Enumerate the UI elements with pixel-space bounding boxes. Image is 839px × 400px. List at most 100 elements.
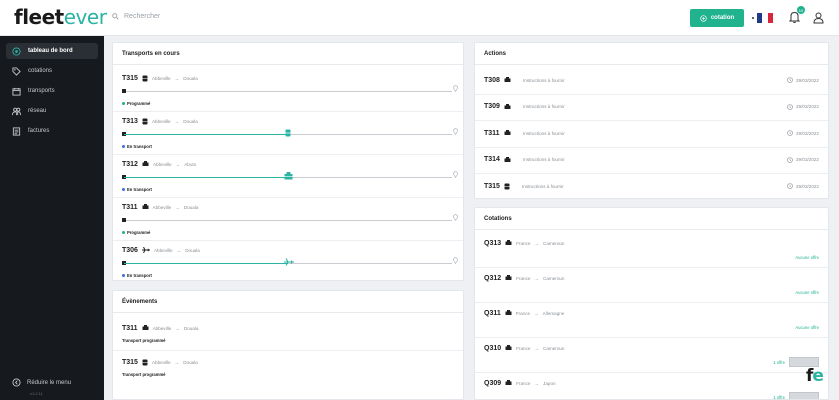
transport-ref: T312 — [122, 160, 138, 168]
offer-preview-image — [789, 392, 819, 399]
action-date-text: 29/03/2022 — [796, 130, 819, 136]
progress-fill — [124, 177, 288, 178]
cotation-ref: Q309 — [484, 379, 502, 387]
event-row-header: T311 Abbeville → Douala — [122, 323, 454, 333]
offer-status: 1 offre — [773, 392, 819, 399]
action-date: 29/03/2022 — [787, 77, 819, 83]
offer-status: Aucune offre — [795, 290, 819, 295]
row-divider — [113, 240, 463, 241]
route-to: Douala — [183, 75, 198, 81]
sidebar-item-reseau[interactable]: réseau — [6, 103, 98, 119]
container-position-icon — [284, 129, 292, 137]
transport-row[interactable]: T312 Abbeville → Abuto En transport — [122, 159, 458, 199]
sidebar-item-label: tableau de bord — [28, 48, 73, 54]
route-from: France — [516, 345, 531, 351]
action-row[interactable]: T308 Instructions à fournir 29/03/2022 — [484, 67, 819, 93]
plane-icon — [141, 247, 150, 253]
plane-position-icon — [284, 258, 294, 266]
action-ref: T314 — [484, 156, 500, 163]
route-from: Abbeville — [152, 325, 172, 331]
transport-progress-bar — [122, 257, 458, 269]
transport-row[interactable]: T311 Abbeville → Douala Programmé — [122, 202, 458, 242]
sidebar-item-transports[interactable]: transports — [6, 83, 98, 99]
clock-icon — [787, 156, 793, 163]
row-divider — [475, 120, 828, 121]
sidebar-item-label: réseau — [28, 108, 47, 114]
transport-progress-bar — [122, 128, 458, 140]
search-icon — [112, 13, 119, 20]
route-from: France — [515, 310, 531, 316]
collapse-menu-label: Réduire le menu — [27, 379, 72, 386]
transport-ref: T313 — [122, 117, 138, 125]
transport-row[interactable]: T315 Abbeville → Douala Programmé — [122, 73, 458, 113]
cotation-row-header: Q310 France → Cameroun — [484, 341, 819, 355]
app-version: v1.2.11 — [30, 391, 43, 396]
status-label: Programmé — [127, 101, 151, 106]
card-title: Actions — [475, 43, 828, 65]
language-selector[interactable] — [752, 13, 773, 23]
user-icon — [813, 12, 824, 24]
truck-icon — [505, 240, 512, 246]
truck-position-icon — [284, 172, 293, 180]
progress-track — [124, 91, 452, 92]
user-menu-button[interactable] — [813, 12, 824, 26]
truck-icon — [142, 161, 149, 167]
location-pin-icon — [453, 128, 458, 137]
progress-track — [124, 220, 452, 221]
row-divider — [113, 111, 463, 112]
location-pin-icon — [453, 257, 458, 266]
transport-row[interactable]: T313 Abbeville → Douala En transport — [122, 116, 458, 156]
collapse-menu-button[interactable]: Réduire le menu — [12, 378, 71, 387]
search-bar[interactable]: Rechercher — [112, 13, 160, 20]
transport-progress-bar — [122, 171, 458, 183]
row-divider — [475, 302, 828, 303]
search-input[interactable]: Rechercher — [124, 13, 160, 20]
action-row[interactable]: T311 Instructions à fournir 29/03/2022 — [484, 120, 819, 146]
sidebar-item-label: cotations — [28, 68, 53, 74]
route-from: Abbeville — [152, 204, 172, 210]
action-text: Instructions à fournir — [523, 77, 565, 83]
sidebar-item-factures[interactable]: factures — [6, 123, 98, 139]
route-from: Abbeville — [151, 359, 171, 365]
arrow-right-icon: → — [175, 204, 180, 210]
route-to: Douala — [183, 325, 199, 331]
row-divider — [475, 173, 828, 174]
route-to: Douala — [185, 247, 200, 253]
action-row[interactable]: T314 Instructions à fournir 29/03/2022 — [484, 147, 819, 173]
route-from: France — [516, 380, 531, 386]
dropdown-dot-icon — [752, 17, 754, 19]
transport-progress-bar — [122, 85, 458, 97]
action-date-text: 29/03/2022 — [796, 157, 819, 162]
transport-row[interactable]: T306 Abbeville → Douala En transport — [122, 245, 458, 280]
action-row[interactable]: T315 Instructions à fournir 29/03/2022 — [484, 173, 819, 198]
notifications-button[interactable]: 10 — [788, 6, 805, 25]
cotation-row-header: Q311 France → Allemagne — [484, 306, 819, 320]
row-divider — [113, 350, 463, 351]
route-from: France — [516, 275, 531, 281]
status-dot-icon — [122, 274, 125, 277]
transport-status: En transport — [122, 187, 152, 192]
row-divider — [475, 337, 828, 338]
clock-icon — [787, 130, 793, 136]
calendar-icon — [12, 87, 21, 96]
action-date: 29/03/2022 — [787, 183, 819, 189]
arrow-right-icon: → — [174, 359, 180, 365]
status-label: En transport — [127, 187, 152, 192]
transport-row-header: T313 Abbeville → Douala — [122, 116, 454, 126]
truck-icon — [505, 345, 512, 351]
cotation-row[interactable]: Q309 France → Japon 1 offre — [484, 376, 819, 399]
route-to: Cameroun — [543, 240, 565, 246]
arrow-right-icon: → — [534, 345, 540, 351]
status-label: Programmé — [127, 230, 151, 235]
sidebar-item-cotations[interactable]: cotations — [6, 63, 98, 79]
people-icon — [12, 107, 21, 115]
clock-icon — [787, 103, 793, 110]
route-from: France — [516, 240, 531, 246]
action-text: Instructions à fournir — [523, 130, 565, 136]
new-cotation-button[interactable]: cotation — [690, 9, 744, 27]
event-row[interactable]: T315 Abbeville → Douala Transport programmé — [122, 357, 454, 385]
fleetever-logo[interactable]: fleetever — [14, 5, 107, 29]
event-row[interactable]: T311 Abbeville → Douala Transport programmé — [122, 323, 454, 351]
sidebar-item-dashboard[interactable]: tableau de bord — [6, 43, 98, 59]
action-row[interactable]: T309 Instructions à fournir 29/03/2022 — [484, 94, 819, 120]
